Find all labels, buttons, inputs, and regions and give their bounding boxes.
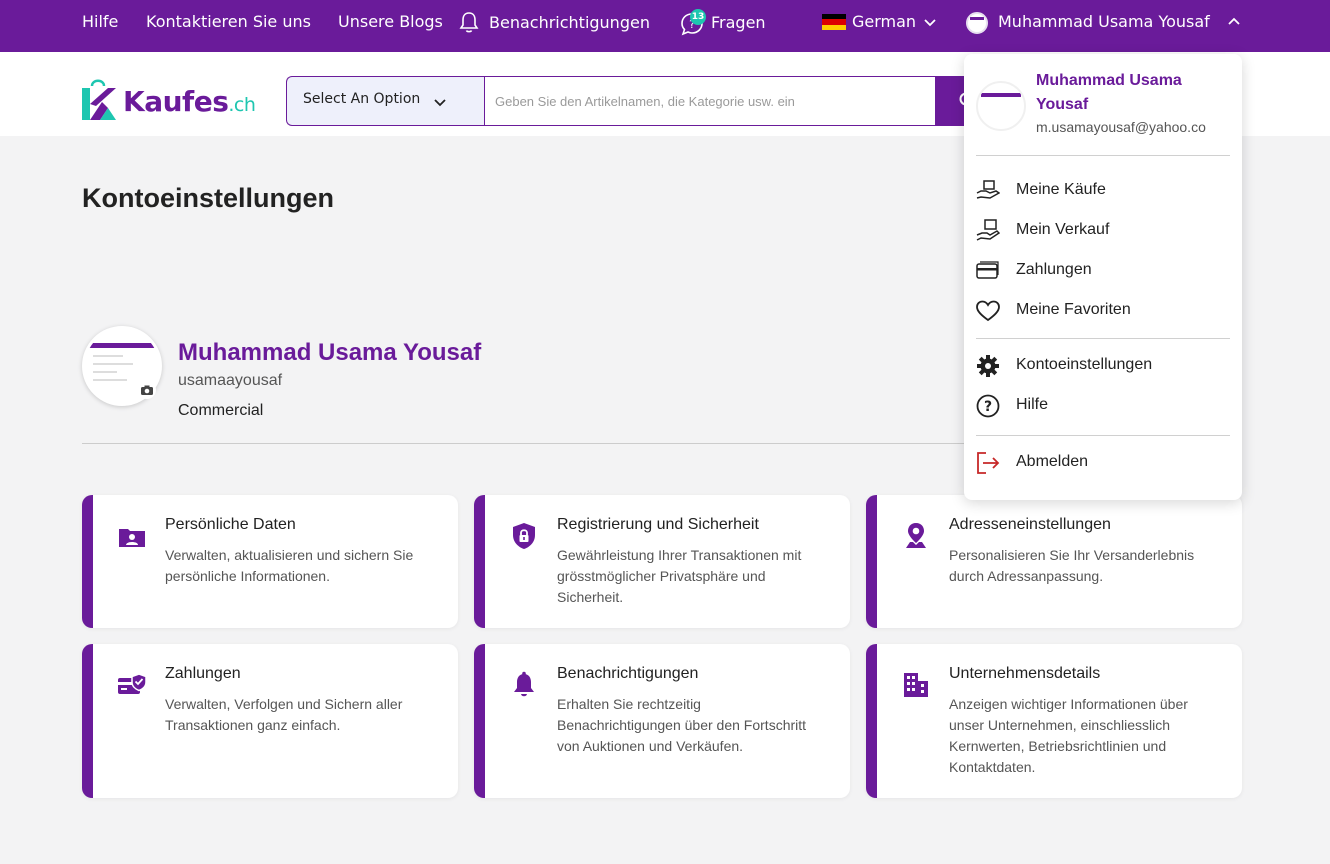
profile-divider <box>82 443 982 444</box>
menu-item-account-settings[interactable]: Kontoeinstellungen <box>964 349 1242 383</box>
search-input[interactable] <box>484 76 936 126</box>
dropdown-divider <box>976 338 1230 339</box>
dropdown-divider <box>976 435 1230 436</box>
menu-item-label: Hilfe <box>1016 396 1049 413</box>
card-title: Adresseneinstellungen <box>949 516 1111 533</box>
chevron-down-icon[interactable] <box>923 15 937 29</box>
heart-icon <box>976 300 1000 322</box>
card-description: Erhalten Sie rechtzeitig Benachrichtigun… <box>557 696 807 754</box>
card-notifications[interactable]: Benachrichtigungen Erhalten Sie rechtzei… <box>474 644 850 798</box>
dropdown-divider <box>976 155 1230 156</box>
dropdown-user-email: m.usamayousaf@yahoo.co <box>1036 119 1206 135</box>
notifications-link[interactable]: Benachrichtigungen <box>489 12 650 34</box>
chevron-up-icon[interactable] <box>1227 15 1241 29</box>
dropdown-avatar <box>976 81 1026 131</box>
logo-tld-text: .ch <box>228 94 256 116</box>
menu-item-label: Zahlungen <box>1016 261 1092 278</box>
hand-sell-icon <box>976 219 1000 241</box>
profile-username: usamaayousaf <box>178 372 283 389</box>
person-folder-icon <box>119 529 145 547</box>
card-description: Personalisieren Sie Ihr Versanderlebnis … <box>949 547 1195 584</box>
page-title: Kontoeinstellungen <box>82 183 334 213</box>
menu-item-help[interactable]: ? Hilfe <box>964 389 1242 423</box>
logo-main-text: Kaufes <box>123 85 229 118</box>
menu-item-label: Meine Favoriten <box>1016 301 1131 318</box>
camera-icon[interactable] <box>138 381 156 399</box>
card-description: Verwalten, Verfolgen und Sichern aller T… <box>165 696 403 733</box>
building-icon <box>904 673 928 697</box>
card-title: Benachrichtigungen <box>557 665 699 682</box>
bell-icon <box>514 671 534 697</box>
svg-text:?: ? <box>984 399 992 415</box>
card-description: Verwalten, aktualisieren und sichern Sie… <box>165 547 414 584</box>
menu-item-label: Kontoeinstellungen <box>1016 356 1153 373</box>
card-personal-data[interactable]: Persönliche Daten Verwalten, aktualisier… <box>82 495 458 628</box>
menu-item-label: Meine Käufe <box>1016 181 1106 198</box>
user-avatar[interactable] <box>966 12 988 34</box>
menu-item-payments[interactable]: Zahlungen <box>964 254 1242 288</box>
category-select-label: Select An Option <box>303 91 421 107</box>
card-title: Persönliche Daten <box>165 516 296 533</box>
shield-lock-icon <box>513 523 535 549</box>
menu-item-label: Abmelden <box>1016 453 1089 470</box>
location-pin-icon <box>906 523 926 548</box>
user-menu-toggle[interactable]: Muhammad Usama Yousaf <box>998 11 1210 33</box>
card-title: Unternehmensdetails <box>949 665 1101 682</box>
questions-link[interactable]: Fragen <box>711 12 766 34</box>
german-flag-icon <box>822 14 846 30</box>
card-title: Zahlungen <box>165 665 241 682</box>
language-selector[interactable]: German <box>852 11 916 33</box>
menu-item-my-sales[interactable]: Mein Verkauf <box>964 214 1242 248</box>
profile-name: Muhammad Usama Yousaf <box>178 339 482 366</box>
site-logo[interactable]: Kaufes.ch <box>123 83 256 124</box>
profile-account-type: Commercial <box>178 402 264 419</box>
card-address-settings[interactable]: Adresseneinstellungen Personalisieren Si… <box>866 495 1242 628</box>
card-company-details[interactable]: Unternehmensdetails Anzeigen wichtiger I… <box>866 644 1242 798</box>
bell-icon[interactable] <box>459 11 479 35</box>
chevron-down-icon <box>434 99 446 107</box>
help-circle-icon: ? <box>976 394 1000 418</box>
menu-item-logout[interactable]: Abmelden <box>964 446 1242 480</box>
menu-item-favorites[interactable]: Meine Favoriten <box>964 294 1242 328</box>
card-payments[interactable]: Zahlungen Verwalten, Verfolgen und Siche… <box>82 644 458 798</box>
card-description: Anzeigen wichtiger Informationen über un… <box>949 696 1188 775</box>
menu-item-label: Mein Verkauf <box>1016 221 1110 238</box>
questions-count-badge: 13 <box>690 9 706 25</box>
card-description: Gewährleistung Ihrer Transaktionen mit g… <box>557 547 802 605</box>
blogs-link[interactable]: Unsere Blogs <box>338 11 443 33</box>
menu-item-my-purchases[interactable]: Meine Käufe <box>964 174 1242 208</box>
card-shield-icon <box>118 673 147 694</box>
user-dropdown-menu: Muhammad Usama Yousaf m.usamayousaf@yaho… <box>964 54 1242 500</box>
logout-icon <box>977 452 1000 474</box>
dropdown-user-name: Muhammad Usama Yousaf <box>1036 72 1182 113</box>
card-title: Registrierung und Sicherheit <box>557 516 759 533</box>
kaufes-logo-icon[interactable] <box>82 76 116 120</box>
category-select[interactable]: Select An Option <box>286 76 485 126</box>
hand-box-icon <box>976 180 1000 199</box>
help-link[interactable]: Hilfe <box>82 11 118 33</box>
gear-icon <box>977 355 999 377</box>
credit-card-icon <box>976 261 999 279</box>
contact-link[interactable]: Kontaktieren Sie uns <box>146 11 311 33</box>
top-nav-bar: Hilfe Kontaktieren Sie uns Unsere Blogs … <box>0 0 1330 52</box>
card-registration-security[interactable]: Registrierung und Sicherheit Gewährleist… <box>474 495 850 628</box>
